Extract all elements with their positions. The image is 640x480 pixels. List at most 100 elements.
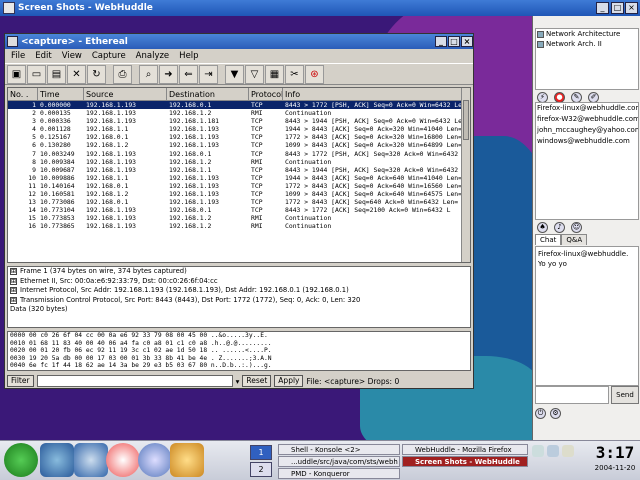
desktop-1[interactable]: 1 — [250, 445, 272, 460]
column-header-no[interactable]: No. . — [8, 88, 38, 100]
colorize-icon[interactable]: ▦ — [265, 64, 284, 84]
table-row[interactable]: 9 10.009687 192.168.1.193 192.168.1.1 TCP 844… — [8, 166, 470, 174]
expand-icon[interactable]: ⊞ — [10, 296, 17, 304]
table-row[interactable]: 10 10.009886 192.168.1.1 192.168.1.193 TCP 19… — [8, 174, 470, 182]
open-icon[interactable]: ▭ — [27, 64, 46, 84]
help-icon[interactable]: ⊛ — [305, 64, 324, 84]
reload-icon[interactable]: ↻ — [87, 64, 106, 84]
send-button[interactable]: Send — [611, 386, 639, 404]
filter-dropdown[interactable]: ▾ — [236, 377, 240, 386]
menu-help[interactable]: Help — [179, 51, 198, 61]
display-filter-icon[interactable]: ▽ — [245, 64, 264, 84]
table-row[interactable]: 11 10.140164 192.168.0.1 192.168.1.193 TCP 17… — [8, 182, 470, 190]
volume-icon[interactable] — [547, 445, 559, 457]
menu-view[interactable]: View — [62, 51, 82, 61]
filter-input[interactable] — [36, 375, 233, 387]
window-maximize-button[interactable]: □ — [448, 36, 460, 47]
table-row[interactable]: 14 10.773104 192.168.1.193 192.168.0.1 TCP 84… — [8, 206, 470, 214]
column-header-time[interactable]: Time — [38, 88, 84, 100]
menu-file[interactable]: File — [11, 51, 25, 61]
expand-icon[interactable]: ⊞ — [10, 287, 17, 295]
chat-input[interactable] — [535, 386, 609, 404]
column-header-source[interactable]: Source — [84, 88, 167, 100]
home-folder-icon[interactable] — [74, 443, 108, 477]
reset-button[interactable]: Reset — [242, 375, 272, 387]
task-screen-shots[interactable]: Screen Shots - WebHuddle — [402, 456, 528, 467]
apply-button[interactable]: Apply — [274, 375, 304, 387]
network-icon[interactable] — [562, 445, 574, 457]
window-menu-icon[interactable] — [7, 36, 18, 47]
find-icon[interactable]: ⌕ — [139, 64, 158, 84]
ethereal-title-bar[interactable]: <capture> - Ethereal _ □ × — [5, 34, 473, 49]
power-icon[interactable]: ⏻ — [535, 408, 546, 419]
mail-icon[interactable] — [170, 443, 204, 477]
window-minimize-button[interactable]: _ — [435, 36, 447, 47]
detail-tree-item[interactable]: ⊞ Internet Protocol, Src Addr: 192.168.1.… — [8, 286, 470, 296]
table-row[interactable]: 6 0.130280 192.168.1.2 192.168.1.193 TCP 1099… — [8, 141, 470, 149]
task-konsole[interactable]: Shell - Konsole <2> — [278, 444, 400, 455]
save-icon[interactable]: ▤ — [47, 64, 66, 84]
menu-edit[interactable]: Edit — [35, 51, 51, 61]
expand-icon[interactable]: ⊞ — [10, 268, 17, 275]
user-item[interactable]: windows@webhuddle.com — [536, 136, 638, 147]
table-row[interactable]: 5 0.125167 192.168.0.1 192.168.1.193 TCP 1772… — [8, 133, 470, 141]
desktop-2[interactable]: 2 — [250, 462, 272, 477]
table-row[interactable]: 8 10.009384 192.168.1.193 192.168.1.2 RMI Con… — [8, 158, 470, 166]
tab-qa[interactable]: Q&A — [561, 234, 588, 245]
table-row[interactable]: 16 10.773865 192.168.1.193 192.168.1.2 RMI Co… — [8, 222, 470, 230]
lamp-icon[interactable]: ♠ — [537, 222, 548, 233]
window-close-button[interactable]: × — [461, 36, 473, 47]
task-firefox[interactable]: WebHuddle - Mozilla Firefox — [402, 444, 528, 455]
column-header-destination[interactable]: Destination — [167, 88, 249, 100]
task-konqueror[interactable]: PMD - Konqueror — [278, 468, 400, 479]
maximize-button[interactable]: □ — [611, 2, 624, 14]
session-item[interactable]: Network Architecture — [536, 29, 638, 39]
goto-next-icon[interactable]: ➜ — [159, 64, 178, 84]
detail-tree-item[interactable]: ⊞ Frame 1 (374 bytes on wire, 374 bytes c… — [8, 267, 470, 277]
detail-tree-item[interactable]: Data (320 bytes) — [8, 305, 470, 315]
app-icon[interactable] — [3, 2, 15, 14]
microphone-icon[interactable]: ♪ — [554, 222, 565, 233]
table-row[interactable]: 1 0.000000 192.168.1.193 192.168.0.1 TCP 8443… — [8, 101, 470, 110]
table-row[interactable]: 7 10.003249 192.168.1.193 192.168.0.1 TCP 844… — [8, 150, 470, 158]
person-icon[interactable]: ☺ — [571, 222, 582, 233]
browser-icon[interactable] — [138, 443, 172, 477]
close-button[interactable]: × — [625, 2, 638, 14]
clipboard-icon[interactable] — [532, 445, 544, 457]
close-icon[interactable]: ✕ — [67, 64, 86, 84]
jump-icon[interactable]: ⇥ — [199, 64, 218, 84]
start-menu-icon[interactable] — [4, 443, 38, 477]
filter-button[interactable]: Filter — [7, 375, 34, 387]
preferences-icon[interactable]: ✂ — [285, 64, 304, 84]
table-row[interactable]: 4 0.001128 192.168.1.1 192.168.1.193 TCP 1944… — [8, 125, 470, 133]
settings-icon[interactable]: ⚙ — [550, 408, 561, 419]
print-icon[interactable]: ⎙ — [113, 64, 132, 84]
table-row[interactable]: 2 0.000135 192.168.1.193 192.168.1.2 RMI Cont… — [8, 109, 470, 117]
user-item[interactable]: Firefox-linux@webhuddle.com — [536, 103, 638, 114]
column-header-protocol[interactable]: Protocol — [249, 88, 283, 100]
capture-filter-icon[interactable]: ▼ — [225, 64, 244, 84]
tab-chat[interactable]: Chat — [535, 234, 562, 245]
expand-icon[interactable]: ⊞ — [10, 277, 17, 285]
table-row[interactable]: 12 10.160581 192.168.1.2 192.168.1.193 TCP 10… — [8, 190, 470, 198]
new-capture-icon[interactable]: ▣ — [7, 64, 26, 84]
table-cell: RMI — [251, 157, 263, 166]
menu-analyze[interactable]: Analyze — [136, 51, 170, 61]
goto-prev-icon[interactable]: ⇐ — [179, 64, 198, 84]
session-item[interactable]: Network Arch. II — [536, 39, 638, 49]
menu-capture[interactable]: Capture — [92, 51, 126, 61]
detail-tree-item[interactable]: ⊞ Transmission Control Protocol, Src Port… — [8, 296, 470, 306]
table-row[interactable]: 3 0.000336 192.168.1.193 192.168.1.181 TCP 84… — [8, 117, 470, 125]
packet-list-scrollbar[interactable] — [461, 88, 470, 262]
table-row[interactable]: 15 10.773853 192.168.1.193 192.168.1.2 RMI Co… — [8, 214, 470, 222]
table-row[interactable]: 13 10.773086 192.168.0.1 192.168.1.193 TCP 17… — [8, 198, 470, 206]
help-lifebuoy-icon[interactable] — [106, 443, 140, 477]
package-icon[interactable] — [40, 443, 74, 477]
user-item[interactable]: firefox-W32@webhuddle.com — [536, 114, 638, 125]
minimize-button[interactable]: _ — [596, 2, 609, 14]
clock[interactable]: 3:17 2004-11-20 — [592, 443, 638, 479]
column-header-info[interactable]: Info — [283, 88, 470, 100]
detail-tree-item[interactable]: ⊞ Ethernet II, Src: 00:0a:e6:92:33:79, Ds… — [8, 277, 470, 287]
task-editor[interactable]: ...uddle/src/java/com/sts/webh — [278, 456, 400, 467]
user-item[interactable]: john_mccaughey@yahoo.com — [536, 125, 638, 136]
